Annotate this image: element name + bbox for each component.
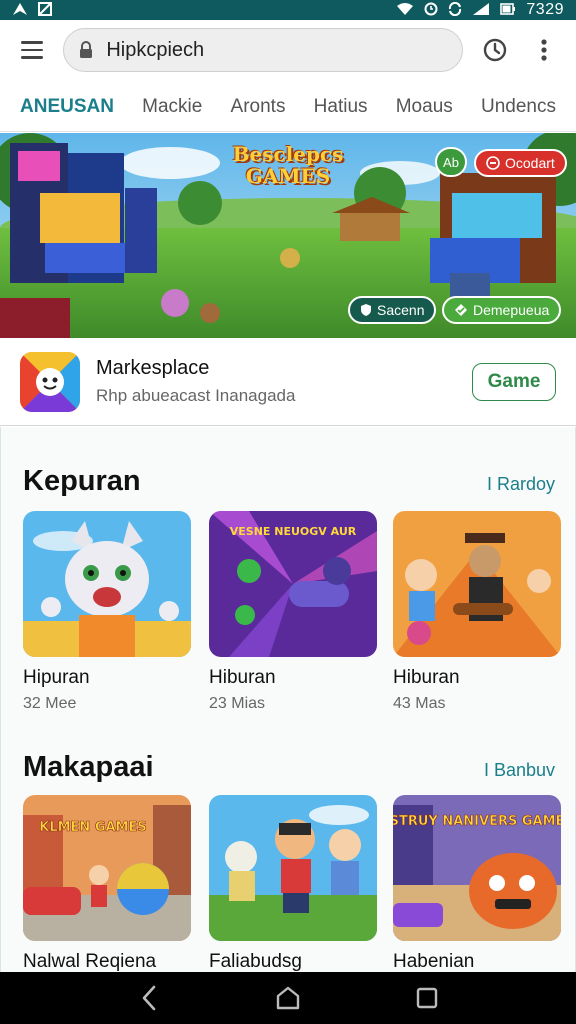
history-icon[interactable] (477, 32, 512, 68)
game-thumbnail[interactable]: STRUY NANIVERS GAME (393, 795, 561, 941)
section-link-1[interactable]: I Rardoy (487, 474, 555, 495)
sync-icon (448, 1, 462, 19)
hero-banner[interactable]: Besclepcs GAMES Ab Ocodart Sacenn Demepu… (0, 133, 576, 338)
section-header-2: Makapaai I Banbuv (23, 751, 555, 784)
back-icon[interactable] (129, 978, 169, 1018)
thumb-text: STRUY NANIVERS GAME (393, 814, 561, 829)
game-card-title: Habenian (393, 951, 475, 972)
red-badge-label: Ocodart (505, 155, 555, 171)
game-card[interactable]: STRUY NANIVERS GAME Habenian (393, 795, 561, 972)
section-link-2[interactable]: I Banbuv (484, 760, 555, 781)
home-icon[interactable] (268, 978, 308, 1018)
featured-app-row[interactable]: Markesplace Rhp abueacast Inanagada Game (0, 338, 576, 426)
shield-icon (360, 303, 372, 317)
top-app-bar (0, 20, 576, 80)
menu-icon[interactable] (14, 32, 49, 68)
wifi-icon (396, 2, 414, 19)
search-input[interactable] (106, 38, 427, 62)
game-card-title: Faliabudsg (209, 951, 302, 972)
game-thumbnail[interactable]: VESNE NEUOGV AUR (209, 511, 377, 657)
banner-pill-demepueua[interactable]: Demepueua (442, 296, 562, 324)
signal-icon (472, 2, 490, 19)
app-icon[interactable] (20, 351, 80, 412)
search-bar[interactable] (63, 28, 464, 72)
tab-undencs[interactable]: Undencs (481, 82, 556, 132)
game-thumbnail[interactable] (393, 511, 561, 657)
category-tabs: ANEUSAN Mackie Aronts Hatius Moaus Unden… (0, 82, 576, 132)
lock-icon (78, 41, 94, 59)
game-thumbnail[interactable]: KLMEN GAMES (23, 795, 191, 941)
no-sim-icon (38, 1, 52, 19)
battery-icon (500, 2, 516, 19)
section-title-1: Kepuran (23, 465, 141, 497)
tab-hatius[interactable]: Hatius (314, 82, 368, 132)
thumb-text: KLMEN GAMES (39, 820, 147, 835)
red-badge[interactable]: Ocodart (474, 149, 567, 177)
game-card-subtitle: 32 Mee (23, 695, 77, 712)
section-header-1: Kepuran I Rardoy (23, 465, 555, 498)
info-icon (486, 156, 500, 170)
status-time: 7329 (526, 1, 564, 18)
tab-aronts[interactable]: Aronts (231, 82, 286, 132)
game-card[interactable]: VESNE NEUOGV AUR Hiburan 23 Mias (209, 511, 377, 713)
app-info: Markesplace Rhp abueacast Inanagada (96, 357, 472, 406)
game-card-title: Nalwal Reqiena (23, 951, 157, 972)
game-card-subtitle: 43 Mas (393, 695, 446, 712)
game-card-subtitle: 23 Mias (209, 695, 266, 712)
game-card-title: Hiburan (393, 667, 460, 688)
game-card[interactable]: Hiburan 43 Mas (393, 511, 561, 713)
section-title-2: Makapaai (23, 751, 154, 783)
banner-pill-sacenn-label: Sacenn (377, 302, 425, 318)
banner-pill-demepueua-label: Demepueua (473, 302, 550, 318)
verified-icon (454, 303, 468, 317)
banner-pill-sacenn[interactable]: Sacenn (348, 296, 437, 324)
content-area: Kepuran I Rardoy Hipuran 32 Mee VESNE NE… (0, 427, 576, 972)
navigation-arrow-icon (12, 2, 28, 19)
tab-mackie[interactable]: Mackie (142, 82, 202, 132)
tab-aneusan[interactable]: ANEUSAN (20, 82, 114, 132)
game-card[interactable]: Hipuran 32 Mee (23, 511, 191, 713)
game-button[interactable]: Game (472, 362, 556, 401)
banner-title: Besclepcs GAMES (232, 142, 344, 188)
thumb-text: VESNE NEUOGV AUR (230, 525, 357, 538)
recents-icon[interactable] (407, 978, 447, 1018)
game-card[interactable]: KLMEN GAMES Nalwal Reqiena (23, 795, 191, 972)
app-subtitle: Rhp abueacast Inanagada (96, 386, 296, 405)
game-card[interactable]: Faliabudsg (209, 795, 377, 972)
app-name: Markesplace (96, 357, 210, 379)
game-card-title: Hipuran (23, 667, 90, 688)
status-bar: 7329 (0, 0, 576, 20)
game-card-title: Hiburan (209, 667, 276, 688)
system-nav-bar (0, 972, 576, 1024)
more-vert-icon[interactable] (527, 32, 562, 68)
ab-badge[interactable]: Ab (435, 147, 467, 177)
game-thumbnail[interactable] (23, 511, 191, 657)
game-thumbnail[interactable] (209, 795, 377, 941)
tab-moaus[interactable]: Moaus (396, 82, 453, 132)
alarm-icon (424, 2, 438, 19)
